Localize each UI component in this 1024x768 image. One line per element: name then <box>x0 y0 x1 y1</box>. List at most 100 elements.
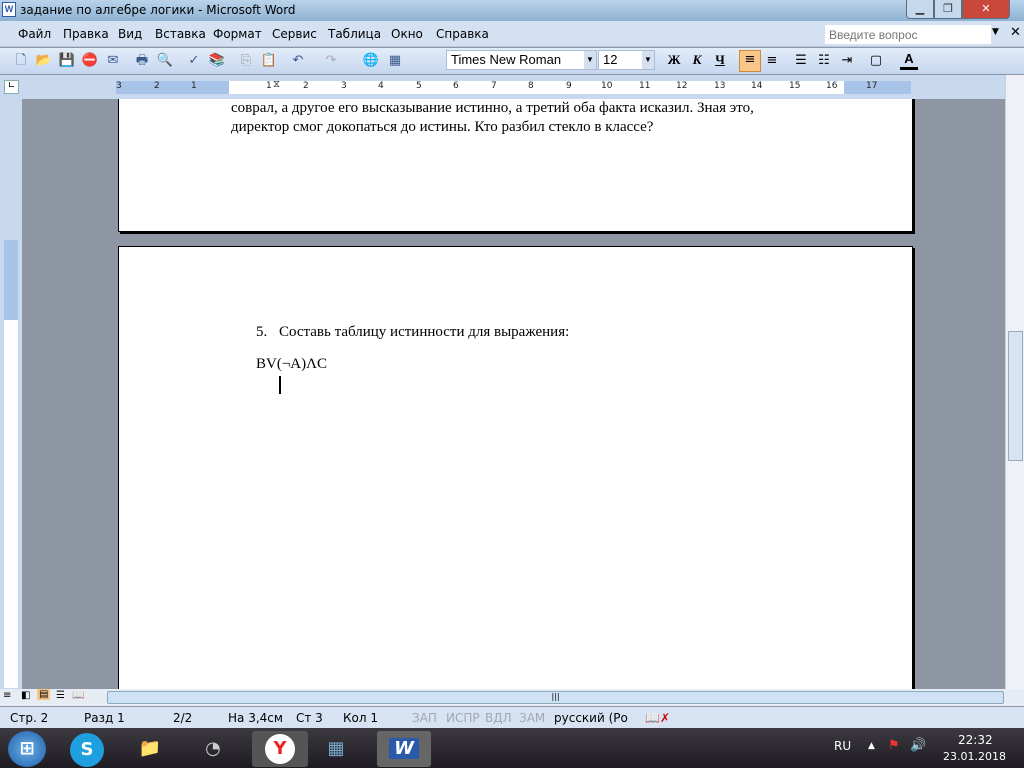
tray-date[interactable]: 23.01.2018 <box>943 750 1006 763</box>
web-view-icon[interactable]: ◧ <box>21 690 30 701</box>
ruler-tick-label: 15 <box>789 81 801 91</box>
menu-edit[interactable]: Правка <box>63 27 109 41</box>
word-app-icon: W <box>2 2 16 17</box>
spelling-status-icon[interactable]: 📖✗ <box>645 711 670 725</box>
save-icon[interactable]: 💾 <box>58 52 76 70</box>
tray-time[interactable]: 22:32 <box>958 733 993 747</box>
menu-format[interactable]: Формат <box>213 27 262 41</box>
tab-selector[interactable]: ∟ <box>4 80 19 94</box>
redo-icon[interactable]: ↷ <box>322 52 340 70</box>
email-icon[interactable]: ✉ <box>104 52 122 70</box>
italic-button[interactable]: К <box>688 52 706 68</box>
reading-view-icon[interactable]: 📖 <box>72 690 84 701</box>
underline-button[interactable]: Ч <box>711 52 729 68</box>
menu-help[interactable]: Справка <box>436 27 489 41</box>
indent-icon[interactable]: ⇥ <box>838 52 856 70</box>
menu-file[interactable]: Файл <box>18 27 51 41</box>
outline-view-icon[interactable]: ☰ <box>56 690 65 701</box>
list-number: 5. <box>256 324 268 340</box>
hyperlink-icon[interactable]: 🌐 <box>362 52 380 70</box>
permission-icon[interactable]: ⛔ <box>81 52 99 70</box>
help-search-input[interactable] <box>825 25 991 44</box>
status-language[interactable]: русский (Ро <box>554 711 628 725</box>
paste-icon[interactable]: 📋 <box>260 52 278 70</box>
close-doc-icon[interactable]: ✕ <box>1010 25 1021 40</box>
bold-button[interactable]: Ж <box>665 52 683 68</box>
status-overtype[interactable]: ЗАМ <box>519 711 545 725</box>
ruler-tick-label: 7 <box>491 81 497 91</box>
network-flag-icon[interactable]: ⚑ <box>888 738 900 753</box>
vertical-scrollbar[interactable] <box>1005 75 1024 689</box>
numbered-list-icon[interactable]: ☰ <box>792 52 810 70</box>
ruler-tick-label: 14 <box>751 81 763 91</box>
new-document-icon[interactable]: 🗋 <box>12 52 30 70</box>
menu-table[interactable]: Таблица <box>328 27 381 41</box>
borders-icon[interactable]: ▢ <box>867 52 885 70</box>
status-pages: 2/2 <box>173 711 193 725</box>
status-record[interactable]: ЗАП <box>412 711 437 725</box>
menu-insert[interactable]: Вставка <box>155 27 206 41</box>
close-button[interactable]: ✕ <box>962 0 1010 19</box>
tray-language[interactable]: RU <box>834 739 851 753</box>
align-center-button[interactable]: ≡ <box>763 52 781 70</box>
horizontal-ruler[interactable]: 3 2 1 1 2 3 4 5 6 7 8 9 10 11 12 13 14 1… <box>116 79 911 94</box>
title-bar: W задание по алгебре логики - Microsoft … <box>0 0 1024 21</box>
menu-tools[interactable]: Сервис <box>272 27 317 41</box>
open-folder-icon[interactable]: 📂 <box>35 52 53 70</box>
table-icon[interactable]: ▦ <box>386 52 404 70</box>
research-icon[interactable]: 📚 <box>208 52 226 70</box>
word-icon: W <box>389 738 419 759</box>
restore-button[interactable]: ❐ <box>934 0 962 19</box>
status-extend[interactable]: ВДЛ <box>485 711 512 725</box>
text-cursor <box>279 376 281 394</box>
font-color-button[interactable]: A <box>900 52 918 70</box>
font-size-select[interactable]: 12 ▼ <box>598 50 655 70</box>
bulleted-list-icon[interactable]: ☷ <box>815 52 833 70</box>
yandex-icon: Y <box>265 734 295 764</box>
font-name-select[interactable]: Times New Roman ▼ <box>446 50 597 70</box>
start-button[interactable]: ⊞ <box>8 731 46 767</box>
status-page: Стр. 2 <box>10 711 49 725</box>
print-preview-icon[interactable]: 🔍 <box>156 52 174 70</box>
ruler-tick-label: 17 <box>866 81 878 91</box>
page-2: 5. Составь таблицу истинности для выраже… <box>118 246 913 689</box>
font-name-value: Times New Roman <box>451 52 562 67</box>
vertical-ruler[interactable] <box>4 240 18 688</box>
ruler-tick-label: 10 <box>601 81 613 91</box>
expression-text: BV(¬A)ΛC <box>256 356 328 372</box>
document-area[interactable]: соврал, а другое его высказывание истинн… <box>22 99 1005 689</box>
print-layout-icon[interactable]: ▤ <box>37 689 51 700</box>
horizontal-scrollbar[interactable]: ||| <box>107 691 1004 704</box>
status-section: Разд 1 <box>84 711 125 725</box>
help-dropdown-icon[interactable]: ▼ <box>992 27 999 37</box>
minimize-button[interactable]: ▁ <box>906 0 934 19</box>
status-track-changes[interactable]: ИСПР <box>446 711 480 725</box>
ruler-tick-label: 2 <box>303 81 309 91</box>
ruler-tick-label: 12 <box>676 81 688 91</box>
align-left-button[interactable]: ≡ <box>739 50 761 72</box>
page-1: соврал, а другое его высказывание истинн… <box>118 99 913 232</box>
status-column: Кол 1 <box>343 711 378 725</box>
chevron-down-icon: ▼ <box>584 51 596 69</box>
ruler-tick-label: 6 <box>453 81 459 91</box>
explorer-icon[interactable]: 📁 <box>130 731 170 767</box>
scroll-thumb[interactable] <box>1008 331 1023 461</box>
menu-view[interactable]: Вид <box>118 27 142 41</box>
yandex-browser-button[interactable]: Y <box>252 731 308 767</box>
menu-window[interactable]: Окно <box>391 27 423 41</box>
skype-icon[interactable]: S <box>70 733 104 767</box>
copy-icon[interactable]: ⎘ <box>237 52 255 70</box>
volume-icon[interactable]: 🔊 <box>910 738 926 753</box>
normal-view-icon[interactable]: ≡ <box>3 690 11 701</box>
word-taskbar-button[interactable]: W <box>377 731 431 767</box>
control-panel-icon[interactable]: ▦ <box>316 731 356 767</box>
ruler-tick-label: 5 <box>416 81 422 91</box>
print-icon[interactable]: 🖶 <box>133 52 151 70</box>
tray-expand-icon[interactable]: ▲ <box>868 741 875 751</box>
undo-icon[interactable]: ↶ <box>289 52 307 70</box>
spelling-icon[interactable]: ✓ <box>185 52 203 70</box>
ruler-tick-label: 3 <box>116 81 122 91</box>
paragraph-line: директор смог докопаться до истины. Кто … <box>231 119 654 135</box>
ie-icon[interactable]: ◔ <box>193 731 233 767</box>
indent-marker-icon[interactable]: ⧖ <box>273 79 280 90</box>
